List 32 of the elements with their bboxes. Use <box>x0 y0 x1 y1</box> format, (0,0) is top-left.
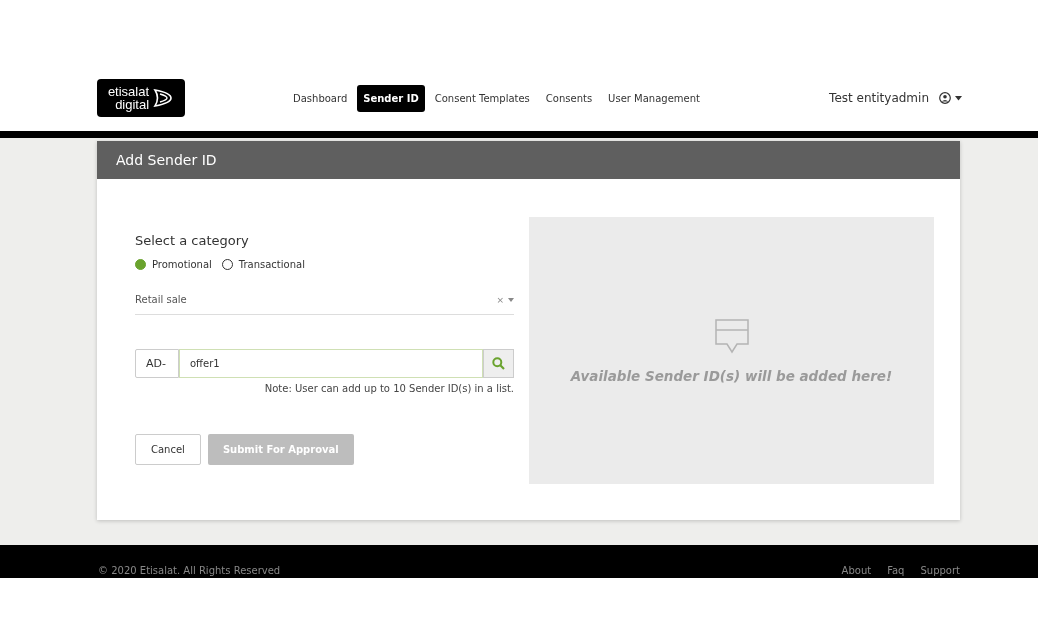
footer-link[interactable]: Support <box>920 565 960 576</box>
cancel-button[interactable]: Cancel <box>135 434 201 465</box>
logo-text: digital <box>115 98 150 111</box>
subcategory-select[interactable]: Retail sale × <box>135 276 514 315</box>
user-name[interactable]: Test entityadmin <box>829 91 929 105</box>
search-icon[interactable] <box>492 357 505 370</box>
logo-mark-icon <box>152 87 175 109</box>
search-button[interactable] <box>483 349 514 378</box>
preview-message: Available Sender ID(s) will be added here! <box>570 367 893 384</box>
radio-dot[interactable] <box>135 259 146 270</box>
footer-link[interactable]: Faq <box>887 565 905 576</box>
nav-tab[interactable]: Dashboard <box>287 84 354 112</box>
sender-id-input[interactable]: offer1 <box>178 349 483 378</box>
clear-button[interactable]: × <box>496 294 504 305</box>
caret-icon[interactable] <box>955 95 962 101</box>
footer-link[interactable]: About <box>841 565 872 576</box>
note-text: Note: User can add up to 10 Sender ID(s) in a list. <box>263 383 514 394</box>
card-title: Add Sender ID <box>116 152 217 168</box>
prefix-label: AD- <box>135 349 179 378</box>
category-radio[interactable]: Transactional <box>221 259 305 270</box>
nav-tab[interactable]: Consents <box>539 84 599 112</box>
nav-tab[interactable]: Sender ID <box>357 84 425 112</box>
dropdown-caret-icon[interactable] <box>508 297 514 302</box>
category-label: Select a category <box>135 233 250 248</box>
select-value: Retail sale <box>135 294 187 305</box>
etisalat-logo[interactable]: etisalat digital <box>97 79 185 117</box>
nav-tab[interactable]: User Management <box>602 84 706 112</box>
category-radio[interactable]: Promotional <box>135 259 212 270</box>
user-avatar-icon[interactable] <box>939 92 951 104</box>
nav-tab[interactable]: Consent Templates <box>428 84 536 112</box>
copyright-text: © 2020 Etisalat. All Rights Reserved <box>98 565 281 576</box>
logo-text: etisalat <box>107 85 150 98</box>
